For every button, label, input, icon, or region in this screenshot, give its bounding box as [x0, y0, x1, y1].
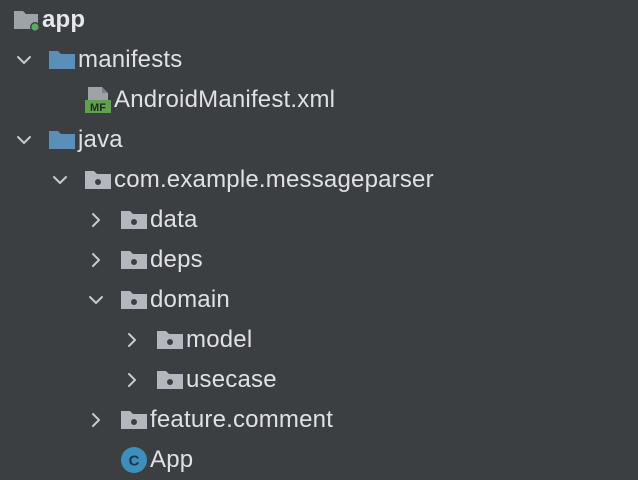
chevron-right-icon[interactable]	[84, 200, 108, 240]
tree-row-com-example-messageparser[interactable]: com.example.messageparser	[0, 160, 638, 200]
chevron-down-icon[interactable]	[12, 40, 36, 80]
tree-row-data[interactable]: data	[0, 200, 638, 240]
chevron-right-icon[interactable]	[120, 320, 144, 360]
package-icon	[156, 360, 186, 400]
tree-row-model[interactable]: model	[0, 320, 638, 360]
package-icon	[156, 320, 186, 360]
source-folder-icon	[48, 120, 78, 160]
tree-row-usecase[interactable]: usecase	[0, 360, 638, 400]
tree-row-java[interactable]: java	[0, 120, 638, 160]
chevron-right-icon[interactable]	[84, 240, 108, 280]
chevron-right-icon[interactable]	[120, 360, 144, 400]
tree-row-deps[interactable]: deps	[0, 240, 638, 280]
tree-row-androidmanifest[interactable]: MF AndroidManifest.xml	[0, 80, 638, 120]
tree-label-androidmanifest: AndroidManifest.xml	[114, 86, 336, 113]
module-folder-icon	[12, 0, 42, 40]
tree-row-feature-comment[interactable]: feature.comment	[0, 400, 638, 440]
tree-row-domain[interactable]: domain	[0, 280, 638, 320]
tree-label-deps: deps	[150, 246, 203, 273]
manifest-icon-text: MF	[90, 102, 106, 114]
tree-row-manifests[interactable]: manifests	[0, 40, 638, 80]
tree-label-java: java	[78, 126, 123, 153]
tree-label-com-example-messageparser: com.example.messageparser	[114, 166, 434, 193]
chevron-down-icon[interactable]	[48, 160, 72, 200]
tree-label-domain: domain	[150, 286, 230, 313]
tree-label-usecase: usecase	[186, 366, 277, 393]
tree-label-data: data	[150, 206, 198, 233]
package-icon	[120, 200, 150, 240]
package-icon	[120, 280, 150, 320]
tree-row-app-class[interactable]: C App	[0, 440, 638, 480]
package-icon	[120, 400, 150, 440]
kotlin-class-icon: C	[120, 440, 150, 480]
tree-label-feature-comment: feature.comment	[150, 406, 334, 433]
class-icon-text: C	[129, 453, 140, 470]
chevron-right-icon[interactable]	[84, 400, 108, 440]
chevron-down-icon[interactable]	[84, 280, 108, 320]
tree-row-app[interactable]: app	[0, 0, 638, 40]
project-tree: app manifests MF AndroidManifest.xml jav…	[0, 0, 638, 480]
package-icon	[120, 240, 150, 280]
chevron-down-icon[interactable]	[12, 120, 36, 160]
tree-label-model: model	[186, 326, 253, 353]
package-icon	[84, 160, 114, 200]
manifest-file-icon: MF	[84, 80, 114, 120]
tree-label-app: app	[42, 6, 86, 33]
source-folder-icon	[48, 40, 78, 80]
tree-label-manifests: manifests	[78, 46, 183, 73]
tree-label-app-class: App	[150, 446, 194, 473]
